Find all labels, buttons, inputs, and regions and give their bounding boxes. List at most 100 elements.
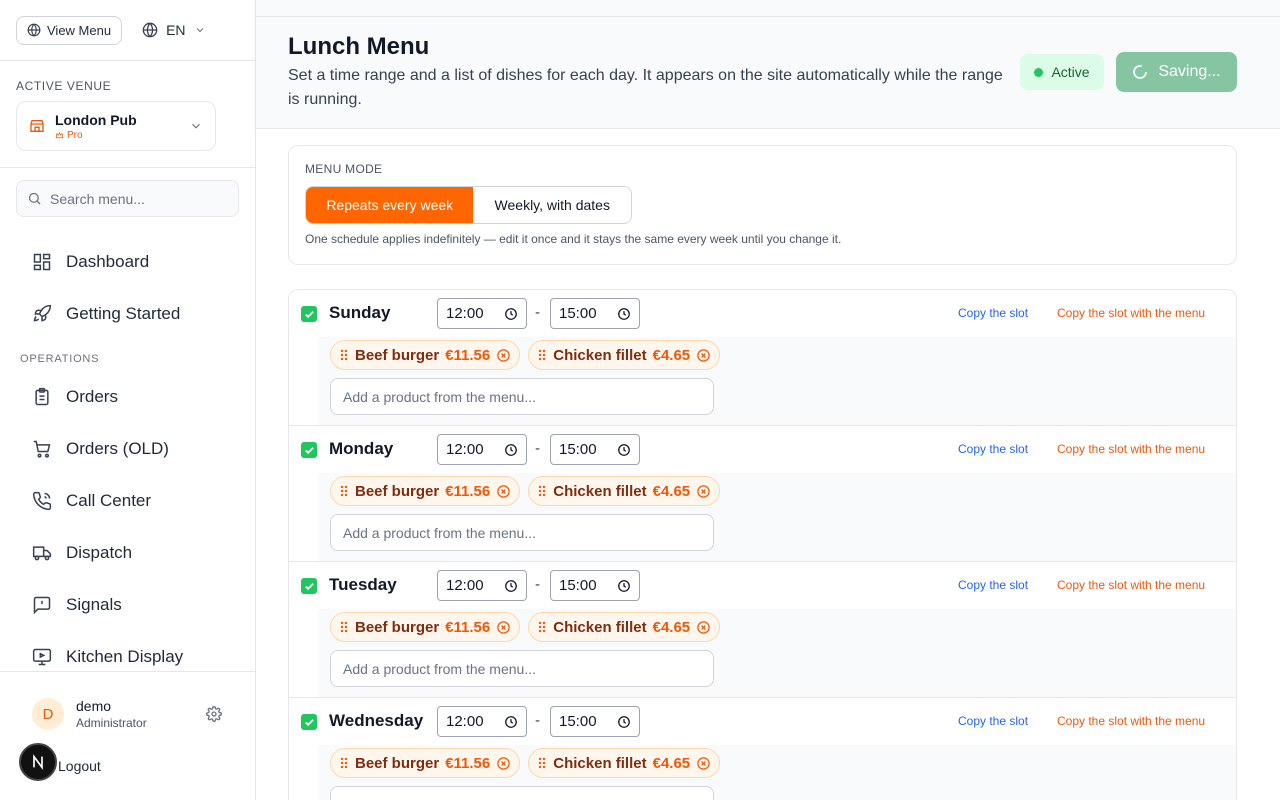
- monitor-icon: [32, 648, 52, 666]
- time-separator: -: [535, 440, 540, 457]
- clock-icon: [618, 307, 630, 320]
- venue-plan-badge: Pro: [55, 130, 137, 141]
- truck-icon: [32, 546, 52, 561]
- clock-icon: [505, 715, 517, 728]
- crown-icon: [55, 131, 64, 138]
- next-dev-badge[interactable]: [19, 743, 57, 781]
- remove-icon[interactable]: [696, 620, 711, 635]
- globe-icon: [142, 22, 158, 38]
- dashboard-icon: [33, 253, 51, 271]
- nav-item-dashboard[interactable]: Dashboard: [16, 236, 240, 288]
- view-menu-button[interactable]: View Menu: [16, 15, 123, 45]
- product-price: €11.56: [445, 346, 491, 364]
- nav-item-orders[interactable]: Orders: [16, 371, 240, 423]
- nav-item-call-center[interactable]: Call Center: [16, 475, 240, 527]
- end-time-value: 15:00: [559, 713, 597, 730]
- drag-handle-icon[interactable]: [339, 620, 349, 634]
- add-product-input[interactable]: Add a product from the menu...: [330, 514, 714, 551]
- gear-icon[interactable]: [206, 706, 222, 722]
- sidebar-topbar: View Menu EN: [0, 0, 255, 61]
- mode-option-repeats-weekly[interactable]: Repeats every week: [306, 187, 474, 223]
- copy-slot-with-menu-link[interactable]: Copy the slot with the menu: [1057, 714, 1205, 728]
- day-products: Beef burger €11.56 Chicken fillet €4.65 …: [318, 473, 1236, 561]
- search-input[interactable]: Search menu...: [16, 180, 239, 217]
- drag-handle-icon[interactable]: [537, 348, 547, 362]
- day-enabled-checkbox[interactable]: [301, 442, 317, 458]
- clock-icon: [618, 443, 630, 456]
- copy-slot-with-menu-link[interactable]: Copy the slot with the menu: [1057, 306, 1205, 320]
- save-button[interactable]: Saving...: [1116, 52, 1237, 92]
- language-code: EN: [166, 22, 186, 38]
- product-price: €4.65: [652, 618, 691, 636]
- nav-item-signals[interactable]: Signals: [16, 579, 240, 631]
- remove-icon[interactable]: [496, 756, 511, 771]
- end-time-input[interactable]: 15:00: [550, 298, 640, 329]
- nav-main: Dashboard Getting Started: [16, 236, 240, 340]
- day-header: Monday 12:00 - 15:00 Copy the slot Copy …: [289, 426, 1236, 473]
- venue-selector[interactable]: London Pub Pro: [16, 101, 216, 151]
- copy-slot-with-menu-link[interactable]: Copy the slot with the menu: [1057, 442, 1205, 456]
- n-logo-icon: [33, 754, 43, 770]
- remove-icon[interactable]: [696, 756, 711, 771]
- remove-icon[interactable]: [696, 348, 711, 363]
- nav-item-label: Orders (OLD): [66, 439, 169, 458]
- nav-item-orders-old[interactable]: Orders (OLD): [16, 423, 240, 475]
- day-enabled-checkbox[interactable]: [301, 306, 317, 322]
- check-icon: [304, 718, 314, 726]
- time-separator: -: [535, 712, 540, 729]
- check-icon: [304, 582, 314, 590]
- remove-icon[interactable]: [496, 348, 511, 363]
- nav-item-label: Dispatch: [66, 543, 133, 562]
- start-time-input[interactable]: 12:00: [437, 706, 527, 737]
- remove-icon[interactable]: [696, 484, 711, 499]
- nav-item-dispatch[interactable]: Dispatch: [16, 527, 240, 579]
- add-product-input[interactable]: Add a product from the menu...: [330, 650, 714, 687]
- nav-item-label: Signals: [66, 595, 122, 614]
- drag-handle-icon[interactable]: [339, 348, 349, 362]
- start-time-value: 12:00: [446, 441, 484, 458]
- drag-handle-icon[interactable]: [537, 756, 547, 770]
- remove-icon[interactable]: [496, 620, 511, 635]
- nav-item-getting-started[interactable]: Getting Started: [16, 288, 240, 340]
- product-chip-list: Beef burger €11.56 Chicken fillet €4.65: [330, 340, 721, 370]
- end-time-input[interactable]: 15:00: [550, 434, 640, 465]
- drag-handle-icon[interactable]: [537, 484, 547, 498]
- copy-slot-link[interactable]: Copy the slot: [958, 714, 1028, 728]
- clipboard-icon: [35, 387, 49, 406]
- copy-slot-with-menu-link[interactable]: Copy the slot with the menu: [1057, 578, 1205, 592]
- main-content: MENU MODE Repeats every week Weekly, wit…: [256, 129, 1280, 800]
- clock-icon: [618, 579, 630, 592]
- avatar: D: [32, 698, 64, 730]
- product-price: €11.56: [445, 482, 491, 500]
- start-time-input[interactable]: 12:00: [437, 570, 527, 601]
- drag-handle-icon[interactable]: [537, 620, 547, 634]
- add-product-input[interactable]: Add a product from the menu...: [330, 786, 714, 800]
- language-selector[interactable]: EN: [142, 22, 205, 38]
- logout-link[interactable]: Logout: [58, 758, 101, 774]
- add-product-input[interactable]: Add a product from the menu...: [330, 378, 714, 415]
- remove-icon[interactable]: [496, 484, 511, 499]
- page-title: Lunch Menu: [288, 33, 430, 60]
- day-schedule-list: Sunday 12:00 - 15:00 Copy the slot Copy …: [288, 289, 1237, 800]
- product-chip: Beef burger €11.56: [330, 476, 521, 506]
- start-time-input[interactable]: 12:00: [437, 434, 527, 465]
- copy-slot-link[interactable]: Copy the slot: [958, 442, 1028, 456]
- end-time-input[interactable]: 15:00: [550, 570, 640, 601]
- search-icon: [28, 192, 41, 205]
- drag-handle-icon[interactable]: [339, 756, 349, 770]
- copy-slot-link[interactable]: Copy the slot: [958, 306, 1028, 320]
- menu-mode-note: One schedule applies indefinitely — edit…: [305, 232, 842, 246]
- end-time-input[interactable]: 15:00: [550, 706, 640, 737]
- drag-handle-icon[interactable]: [339, 484, 349, 498]
- day-enabled-checkbox[interactable]: [301, 714, 317, 730]
- nav-operations: OPERATIONS Orders Orders (OLD) Call Cent…: [16, 353, 240, 683]
- day-enabled-checkbox[interactable]: [301, 578, 317, 594]
- start-time-input[interactable]: 12:00: [437, 298, 527, 329]
- nav-item-label: Call Center: [66, 491, 152, 510]
- page-header: Lunch Menu Set a time range and a list o…: [256, 0, 1280, 129]
- day-row: Sunday 12:00 - 15:00 Copy the slot Copy …: [289, 290, 1236, 426]
- copy-slot-link[interactable]: Copy the slot: [958, 578, 1028, 592]
- start-time-value: 12:00: [446, 713, 484, 730]
- mode-option-weekly-dates[interactable]: Weekly, with dates: [473, 187, 631, 223]
- chevron-down-icon: [192, 123, 200, 129]
